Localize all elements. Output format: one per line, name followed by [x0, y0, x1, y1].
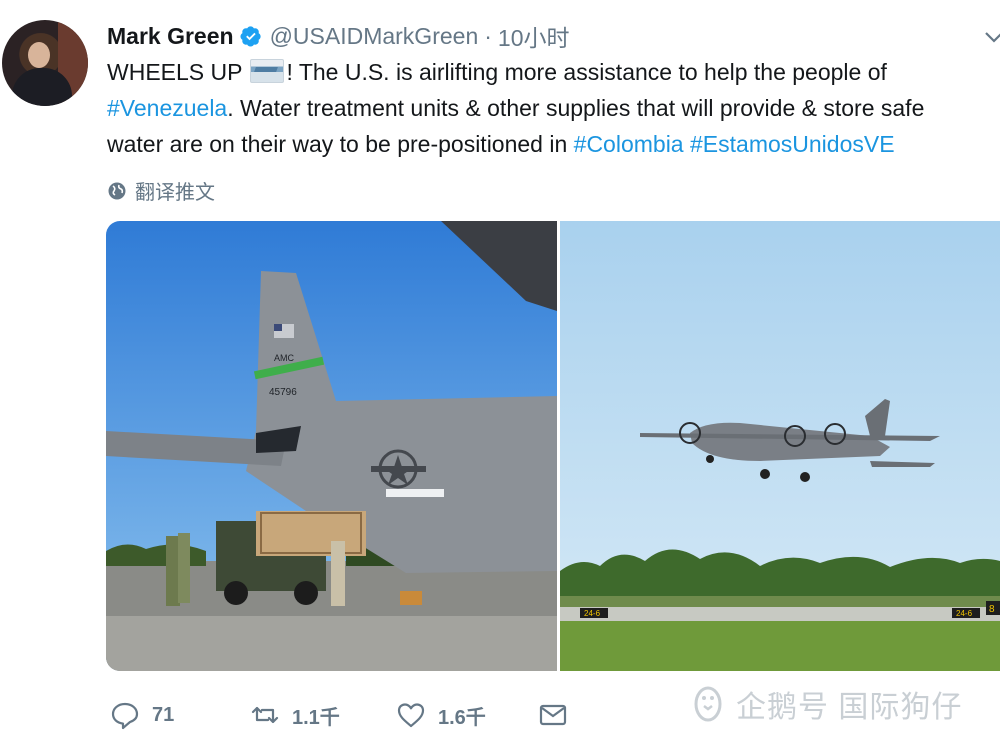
text-segment: ! The U.S. is airlifting more assistance… — [286, 59, 887, 85]
tweet-text-line-3: water are on their way to be pre-positio… — [107, 126, 1000, 162]
text-segment: . Water treatment units & other supplies… — [227, 95, 925, 121]
retweet-count: 1.1千 — [292, 706, 340, 729]
retweet-icon — [251, 706, 279, 724]
globe-icon — [108, 182, 126, 199]
hashtag-estamosunidosve-link[interactable]: #EstamosUnidosVE — [690, 131, 895, 157]
translate-label: 翻译推文 — [135, 182, 215, 204]
author-avatar[interactable] — [2, 20, 88, 106]
media-photo-1[interactable]: AMC 45796 — [106, 221, 557, 671]
like-count: 1.6千 — [438, 706, 486, 729]
tweet-text-line-2: #Venezuela. Water treatment units & othe… — [107, 90, 1000, 126]
runway-sign-2: 24-6 — [956, 609, 973, 618]
aircraft-tail-number: 45796 — [269, 387, 297, 398]
c130-tail-photo: AMC 45796 — [106, 221, 557, 671]
author-handle[interactable]: @USAIDMarkGreen — [270, 23, 479, 50]
hashtag-colombia-link[interactable]: #Colombia — [574, 131, 684, 157]
hashtag-venezuela-link[interactable]: #Venezuela — [107, 95, 227, 121]
runway-sign-1: 24-6 — [584, 609, 601, 618]
text-segment: water are on their way to be pre-positio… — [107, 131, 574, 157]
reply-count: 71 — [152, 703, 175, 726]
watermark: 企鹅号 国际狗仔 — [688, 682, 962, 726]
media-photo-2[interactable]: 24-6 24-6 8 — [560, 221, 1000, 671]
reply-icon — [111, 702, 139, 730]
penguin-logo-icon — [694, 686, 722, 722]
text-segment: WHEELS UP — [107, 59, 249, 85]
translate-tweet-button[interactable]: 翻译推文 — [107, 176, 215, 205]
like-button[interactable]: 1.6千 — [396, 700, 486, 730]
tweet-text-line-1: WHEELS UP ! The U.S. is airlifting more … — [107, 54, 1000, 90]
chevron-down-icon[interactable] — [984, 30, 1000, 44]
tweet-text: WHEELS UP ! The U.S. is airlifting more … — [107, 54, 1000, 162]
c130-takeoff-photo: 24-6 24-6 8 — [560, 221, 1000, 671]
header-separator: · — [484, 22, 492, 49]
avatar-face — [28, 42, 50, 68]
airplane-flag-emoji-icon — [250, 59, 285, 83]
direct-message-button[interactable] — [538, 700, 580, 730]
watermark-text: 企鹅号 国际狗仔 — [736, 691, 963, 724]
aircraft-marking-amc: AMC — [274, 353, 295, 363]
envelope-icon — [539, 704, 567, 726]
reply-button[interactable]: 71 — [110, 700, 174, 730]
tweet-header: Mark Green @USAIDMarkGreen · 10小时 — [107, 20, 570, 52]
author-name[interactable]: Mark Green — [107, 23, 234, 50]
retweet-button[interactable]: 1.1千 — [250, 700, 340, 730]
runway-sign-3: 8 — [989, 604, 995, 615]
tweet-timestamp[interactable]: 10小时 — [498, 19, 570, 53]
heart-icon — [397, 703, 425, 728]
verified-badge-icon — [240, 26, 261, 47]
